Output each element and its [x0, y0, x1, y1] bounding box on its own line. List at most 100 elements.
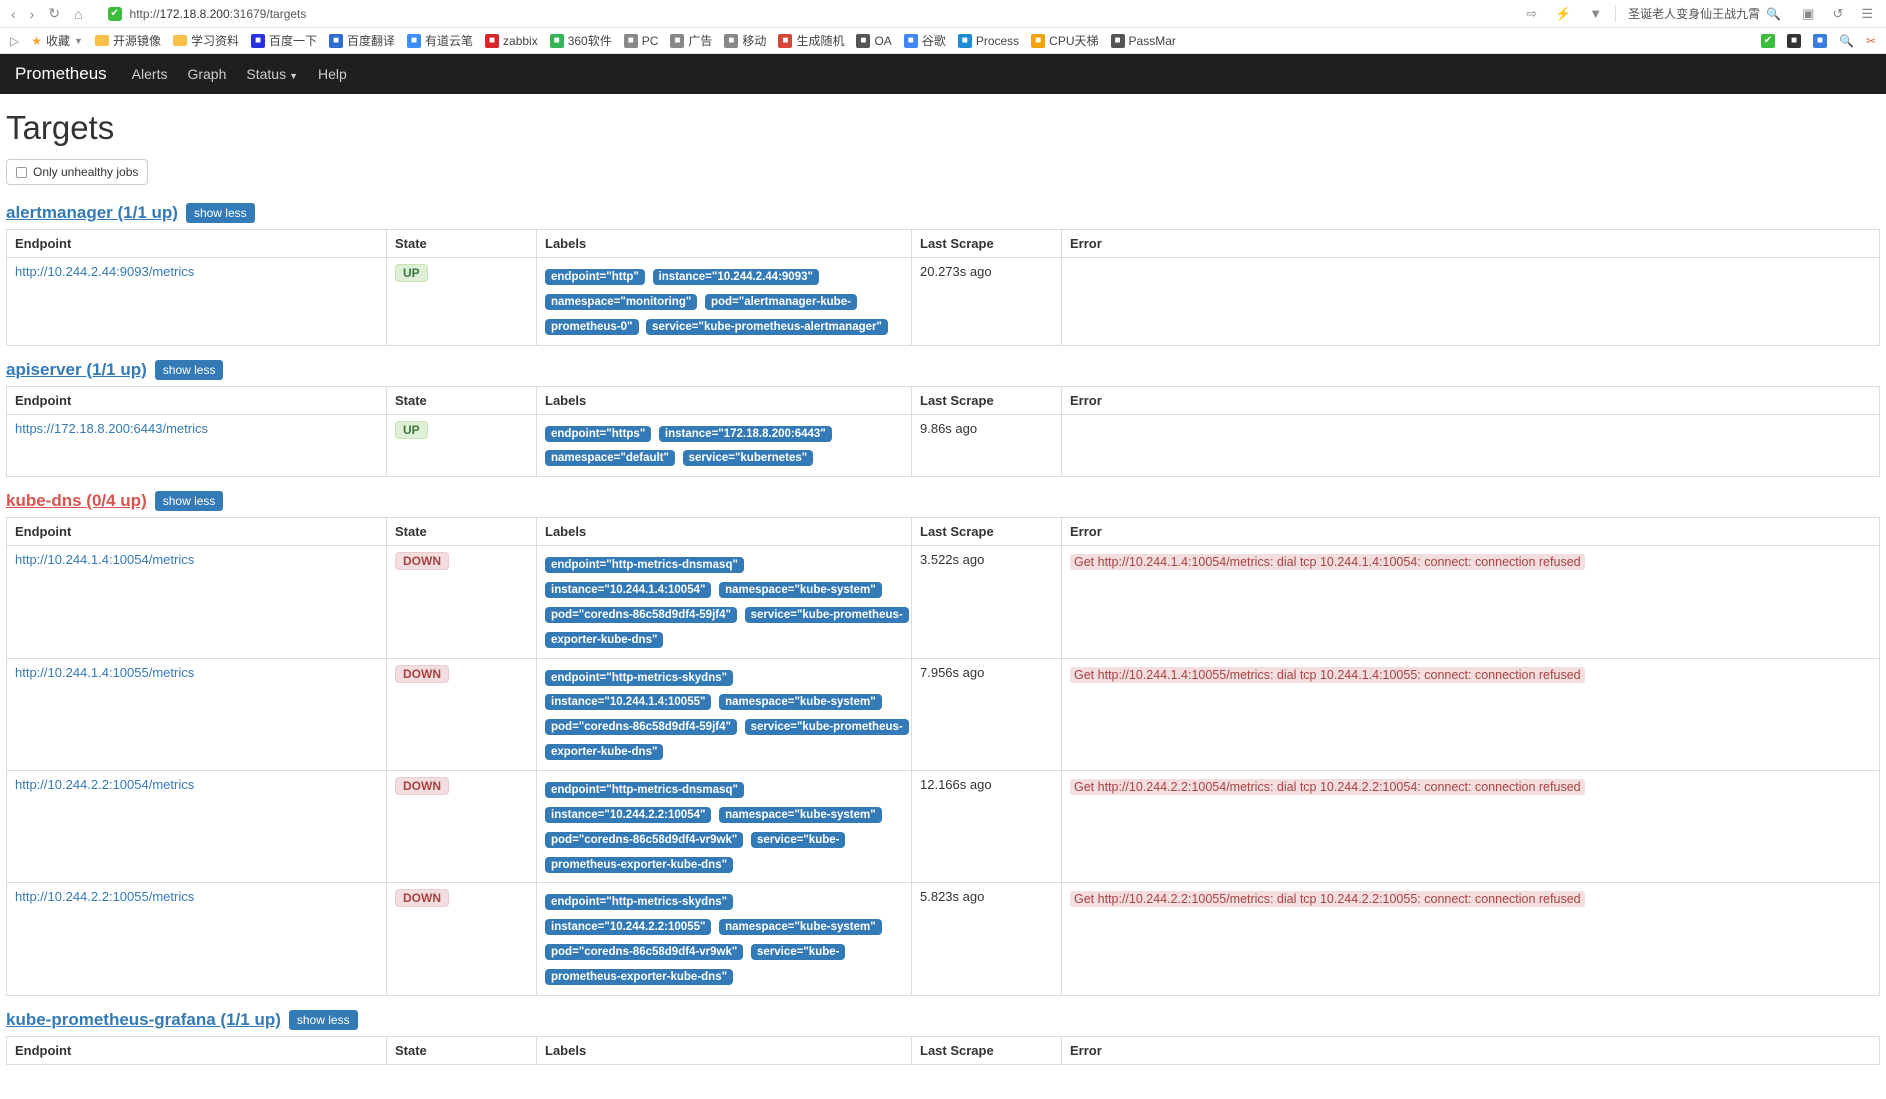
label-pill: instance="172.18.8.200:6443" — [659, 426, 832, 442]
bookmark-label: 移动 — [742, 32, 766, 49]
back-icon[interactable]: ‹ — [8, 6, 19, 22]
forward-icon[interactable]: › — [27, 6, 38, 22]
bookmark-item[interactable]: 开源镜像 — [95, 32, 161, 49]
th-labels: Labels — [537, 386, 912, 414]
nav-status[interactable]: Status▼ — [246, 66, 298, 82]
label-pill: namespace="kube-system" — [719, 582, 882, 598]
bookmark-label: 百度翻译 — [347, 32, 395, 49]
endpoint-link[interactable]: http://10.244.2.2:10054/metrics — [15, 777, 194, 792]
nav-help[interactable]: Help — [318, 66, 347, 82]
share-icon[interactable]: ⇨ — [1521, 6, 1542, 22]
bookmarks-play-icon[interactable]: ▷ — [10, 34, 19, 48]
label-pill: endpoint="http-metrics-dnsmasq" — [545, 782, 744, 798]
bookmark-item[interactable]: ■PC — [624, 32, 659, 49]
labels: endpoint="https" instance="172.18.8.200:… — [545, 421, 903, 471]
state-badge: UP — [395, 264, 428, 282]
bookmark-ext-blue[interactable]: ■ — [1813, 34, 1827, 48]
th-last-scrape: Last Scrape — [912, 1036, 1062, 1064]
endpoint-link[interactable]: http://10.244.2.44:9093/metrics — [15, 264, 194, 279]
target-row: http://10.244.2.2:10054/metricsDOWNendpo… — [7, 770, 1880, 882]
bookmark-ext-search[interactable]: 🔍 — [1839, 34, 1854, 48]
bookmark-label: CPU天梯 — [1049, 32, 1098, 49]
bookmark-label: 谷歌 — [922, 32, 946, 49]
bookmark-item[interactable]: ■OA — [856, 32, 891, 49]
label-pill: pod="coredns-86c58d9df4-59jf4" — [545, 719, 737, 735]
only-unhealthy-toggle[interactable]: Only unhealthy jobs — [6, 159, 148, 185]
th-state: State — [387, 518, 537, 546]
only-unhealthy-label: Only unhealthy jobs — [33, 165, 138, 179]
bookmark-item[interactable]: ■移动 — [724, 32, 766, 49]
bookmark-item[interactable]: ■百度一下 — [251, 32, 317, 49]
endpoint-link[interactable]: http://10.244.1.4:10054/metrics — [15, 552, 194, 567]
bookmark-item[interactable]: ■360软件 — [550, 32, 612, 49]
th-error: Error — [1062, 518, 1880, 546]
bookmark-ext-green[interactable]: ✔ — [1761, 34, 1775, 48]
favorites-button[interactable]: ★ 收藏 ▼ — [31, 32, 83, 49]
bookmark-item[interactable]: ■生成随机 — [778, 32, 844, 49]
menu-icon[interactable]: ☰ — [1856, 6, 1878, 22]
target-row: http://10.244.2.44:9093/metricsUPendpoin… — [7, 258, 1880, 346]
error-cell: Get http://10.244.2.2:10054/metrics: dia… — [1062, 770, 1880, 882]
nav-alerts[interactable]: Alerts — [132, 66, 168, 82]
job-section: kube-prometheus-grafana (1/1 up) show les… — [6, 1010, 1880, 1065]
label-pill: namespace="kube-system" — [719, 807, 882, 823]
job-section: alertmanager (1/1 up)show lessEndpointSt… — [6, 203, 1880, 346]
error-text: Get http://10.244.1.4:10055/metrics: dia… — [1070, 667, 1585, 683]
endpoint-link[interactable]: http://10.244.2.2:10055/metrics — [15, 889, 194, 904]
bookmark-ext-scissors[interactable]: ✂ — [1866, 34, 1876, 48]
bookmark-item[interactable]: ■广告 — [670, 32, 712, 49]
reload-icon[interactable]: ↻ — [45, 5, 63, 22]
bookmark-item[interactable]: ■Process — [958, 32, 1019, 49]
brand[interactable]: Prometheus — [15, 64, 107, 84]
labels: endpoint="http-metrics-dnsmasq" instance… — [545, 552, 903, 651]
address-bar[interactable]: http://172.18.8.200:31679/targets — [130, 7, 307, 21]
bolt-icon[interactable]: ⚡ — [1550, 6, 1576, 22]
checkbox-icon — [16, 167, 27, 178]
bookmark-label: zabbix — [503, 34, 538, 48]
job-title[interactable]: kube-dns (0/4 up) — [6, 491, 147, 511]
show-less-button[interactable]: show less — [289, 1010, 358, 1030]
th-endpoint: Endpoint — [7, 518, 387, 546]
target-row: http://10.244.1.4:10055/metrics DOWN endpo… — [7, 658, 1880, 770]
endpoint-link[interactable]: http://10.244.1.4:10055/metrics — [15, 665, 194, 680]
favicon-icon: ■ — [856, 34, 870, 48]
browser-search[interactable]: 圣诞老人变身仙王战九霄 🔍 — [1615, 5, 1789, 22]
bookmark-ext-dark[interactable]: ■ — [1787, 34, 1801, 48]
th-labels: Labels — [537, 1036, 912, 1064]
job-title[interactable]: alertmanager (1/1 up) — [6, 203, 178, 223]
bookmark-item[interactable]: ■CPU天梯 — [1031, 32, 1098, 49]
labels: endpoint="http-metrics-skydns" instance=… — [545, 665, 903, 764]
bookmark-item[interactable]: ■有道云笔 — [407, 32, 473, 49]
bookmark-item[interactable]: ■谷歌 — [904, 32, 946, 49]
sidebar-icon[interactable]: ▣ — [1797, 6, 1819, 22]
undo-icon[interactable]: ↺ — [1827, 6, 1848, 22]
folder-icon — [173, 35, 187, 46]
th-error: Error — [1062, 386, 1880, 414]
label-pill: pod="coredns-86c58d9df4-vr9wk" — [545, 944, 743, 960]
browser-toolbar: ‹ › ↻ ⌂ ✔ http://172.18.8.200:31679/targ… — [0, 0, 1886, 28]
bookmark-item[interactable]: ■PassMar — [1111, 32, 1176, 49]
show-less-button[interactable]: show less — [155, 491, 224, 511]
search-text: 圣诞老人变身仙王战九霄 — [1628, 5, 1760, 22]
favicon-icon: ■ — [1111, 34, 1125, 48]
favorites-label: 收藏 — [46, 32, 70, 49]
nav-graph[interactable]: Graph — [187, 66, 226, 82]
job-title[interactable]: apiserver (1/1 up) — [6, 360, 147, 380]
job-title[interactable]: kube-prometheus-grafana (1/1 up) — [6, 1010, 281, 1030]
label-pill: endpoint="https" — [545, 426, 651, 442]
bookmark-item[interactable]: ■zabbix — [485, 32, 538, 49]
last-scrape: 5.823s ago — [912, 883, 1062, 995]
dropdown-icon[interactable]: ▼ — [1584, 6, 1607, 21]
endpoint-link[interactable]: https://172.18.8.200:6443/metrics — [15, 421, 208, 436]
state-badge: DOWN — [395, 665, 449, 683]
show-less-button[interactable]: show less — [186, 203, 255, 223]
home-icon[interactable]: ⌂ — [71, 6, 85, 22]
shield-icon: ✔ — [108, 7, 122, 21]
bookmark-item[interactable]: 学习资料 — [173, 32, 239, 49]
label-pill: instance="10.244.1.4:10055" — [545, 694, 711, 710]
show-less-button[interactable]: show less — [155, 360, 224, 380]
targets-table: EndpointStateLabelsLast ScrapeError — [6, 1036, 1880, 1065]
error-cell: Get http://10.244.1.4:10054/metrics: dia… — [1062, 546, 1880, 658]
label-pill: instance="10.244.1.4:10054" — [545, 582, 711, 598]
bookmark-item[interactable]: ■百度翻译 — [329, 32, 395, 49]
